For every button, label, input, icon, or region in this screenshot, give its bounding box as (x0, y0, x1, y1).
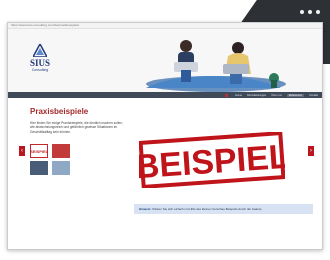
browser-window: https://www.sius-consulting.com/de/praxi… (7, 22, 323, 250)
info-note: Hinweis: Klicken Sie sich einfach mit Hi… (134, 204, 313, 214)
beispiel-stamp-image: BEISPIEL (139, 132, 285, 188)
logo-triangle-icon (33, 44, 47, 57)
nav-item-about[interactable]: Über uns (271, 94, 282, 97)
page-title: Praxisbeispiele (30, 107, 89, 116)
dot-icon (316, 10, 320, 14)
page-description: Hier finden Sie einige Praxisbeispiele, … (30, 121, 123, 134)
dot-icon (308, 10, 312, 14)
thumbnail-image[interactable] (52, 144, 70, 158)
logo-subtitle: Consulting (31, 68, 49, 72)
next-arrow-button[interactable]: › (308, 146, 314, 156)
main-navigation: Home Dienstleistungen Über uns Referenze… (8, 92, 322, 98)
window-dots (300, 10, 320, 14)
info-label: Hinweis: (139, 207, 152, 211)
info-text: Klicken Sie sich einfach mit Hilfe des k… (152, 207, 263, 211)
site-logo[interactable]: SIUS Consulting (25, 44, 55, 74)
logo-title: SIUS (29, 58, 50, 68)
nav-item-references[interactable]: Referenzen (286, 93, 305, 97)
dot-icon (300, 10, 304, 14)
hero-banner: SIUS Consulting (8, 29, 322, 92)
nav-item-home[interactable]: Home (235, 94, 242, 97)
people-laptop-illustration (146, 40, 286, 92)
thumbnail-grid: BEISPIEL (30, 144, 70, 175)
thumbnail-image[interactable] (52, 161, 70, 175)
nav-item-services[interactable]: Dienstleistungen (247, 94, 266, 97)
nav-item-contact[interactable]: Kontakt (309, 94, 318, 97)
thumbnail-image[interactable] (30, 161, 48, 175)
thumbnail-beispiel[interactable]: BEISPIEL (30, 144, 48, 158)
prev-arrow-button[interactable]: ‹ (19, 146, 25, 156)
thumbnail-label: BEISPIEL (29, 148, 49, 154)
home-icon[interactable] (225, 93, 229, 97)
